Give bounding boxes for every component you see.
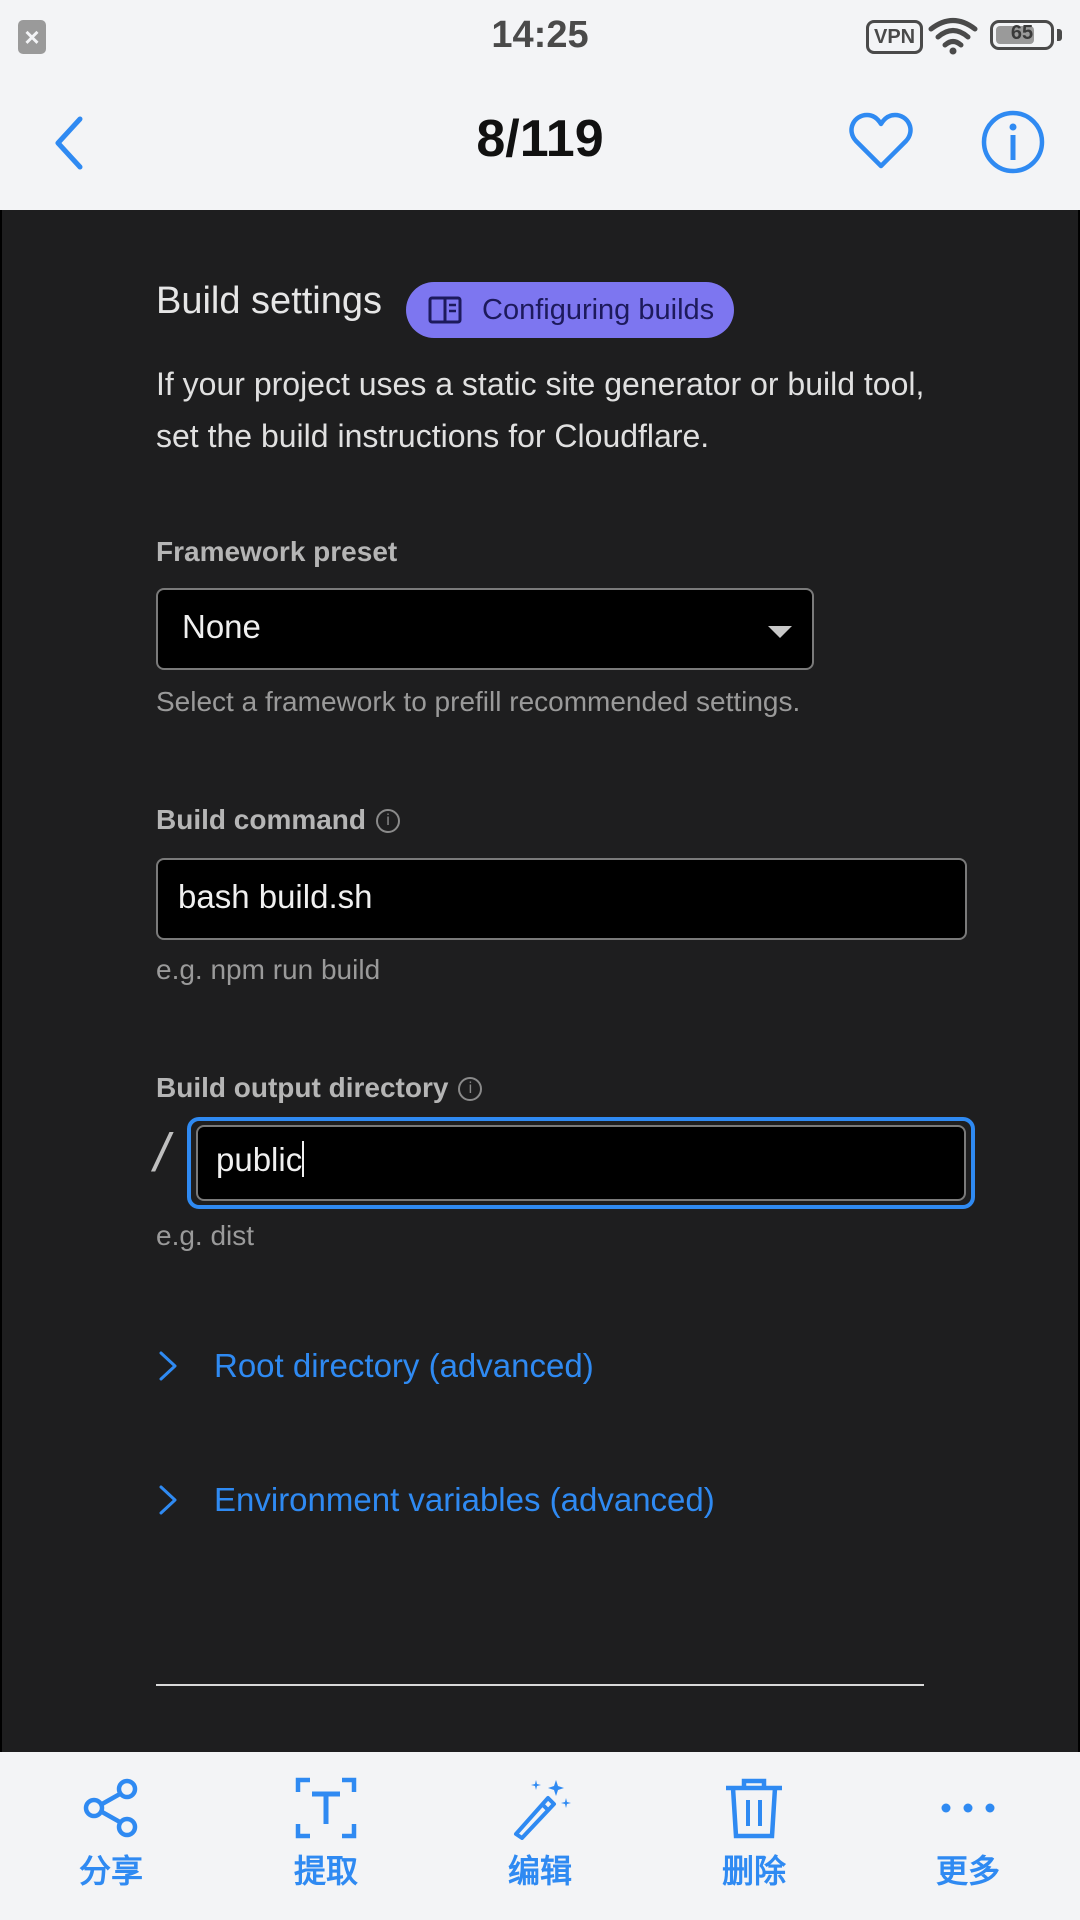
status-bar: × 14:25 VPN 65	[0, 0, 1080, 75]
framework-preset-value: None	[182, 608, 261, 645]
battery-cap	[1057, 29, 1062, 41]
extract-label: 提取	[293, 1852, 358, 1890]
more-button[interactable]: 更多	[898, 1776, 1038, 1892]
configuring-builds-label: Configuring builds	[482, 293, 715, 326]
heart-outline-icon[interactable]	[848, 109, 914, 175]
configuring-builds-link[interactable]: Configuring builds	[406, 282, 735, 338]
chevron-right-icon	[159, 1485, 177, 1515]
divider	[156, 1684, 924, 1686]
output-dir-label-row: Build output directory i	[156, 1072, 483, 1104]
output-dir-value-wrap: public	[216, 1141, 305, 1179]
edit-label: 编辑	[507, 1852, 572, 1890]
edit-button[interactable]: 编辑	[470, 1776, 610, 1892]
output-dir-hint: e.g. dist	[156, 1220, 255, 1251]
battery-level: 65	[1010, 22, 1034, 44]
screenshot-content: Build settings Configuring builds If you…	[0, 210, 1080, 1752]
magic-wand-icon	[514, 1780, 571, 1840]
caret-down-icon	[768, 626, 792, 638]
share-button[interactable]: 分享	[41, 1776, 181, 1892]
share-label: 分享	[78, 1852, 143, 1890]
build-command-label: Build command	[156, 804, 367, 835]
section-title: Build settings	[156, 280, 383, 322]
framework-preset-select[interactable]: None	[156, 588, 814, 670]
environment-variables-label: Environment variables (advanced)	[214, 1481, 715, 1518]
chevron-right-icon	[159, 1351, 177, 1381]
extract-text-icon	[295, 1777, 357, 1839]
wifi-icon	[928, 18, 978, 55]
build-command-hint: e.g. npm run build	[156, 954, 381, 985]
trash-icon	[726, 1778, 782, 1839]
page-counter: 8/119	[476, 110, 604, 168]
info-hint-icon[interactable]: i	[458, 1077, 483, 1101]
root-directory-label: Root directory (advanced)	[214, 1347, 594, 1384]
app-bar: 8/119	[0, 75, 1080, 210]
text-cursor	[302, 1141, 305, 1177]
more-dots-icon	[941, 1803, 995, 1813]
delete-button[interactable]: 删除	[684, 1776, 824, 1892]
extract-button[interactable]: 提取	[256, 1776, 396, 1892]
build-command-label-row: Build command i	[156, 804, 401, 836]
build-command-value: bash build.sh	[178, 878, 373, 915]
more-label: 更多	[935, 1852, 1000, 1890]
vpn-badge: VPN	[866, 20, 924, 54]
output-dir-label: Build output directory	[156, 1072, 449, 1103]
bottom-action-bar: 分享 提取 编辑 删除 更多	[0, 1752, 1080, 1920]
framework-preset-label: Framework preset	[156, 536, 398, 567]
delete-label: 删除	[721, 1852, 786, 1890]
info-hint-icon[interactable]: i	[376, 809, 401, 833]
root-directory-toggle[interactable]: Root directory (advanced)	[156, 1336, 594, 1396]
battery-icon: 65	[990, 20, 1054, 50]
output-dir-prefix: /	[154, 1123, 170, 1183]
framework-preset-hint: Select a framework to prefill recommende…	[156, 686, 801, 717]
environment-variables-toggle[interactable]: Environment variables (advanced)	[156, 1470, 715, 1530]
share-icon	[83, 1778, 138, 1838]
info-circle-icon[interactable]	[980, 109, 1046, 175]
book-icon	[428, 296, 462, 324]
output-dir-input[interactable]: public	[196, 1125, 966, 1201]
intro-text: If your project uses a static site gener…	[156, 366, 925, 454]
output-dir-value: public	[216, 1141, 303, 1178]
build-command-input[interactable]: bash build.sh	[156, 858, 967, 940]
